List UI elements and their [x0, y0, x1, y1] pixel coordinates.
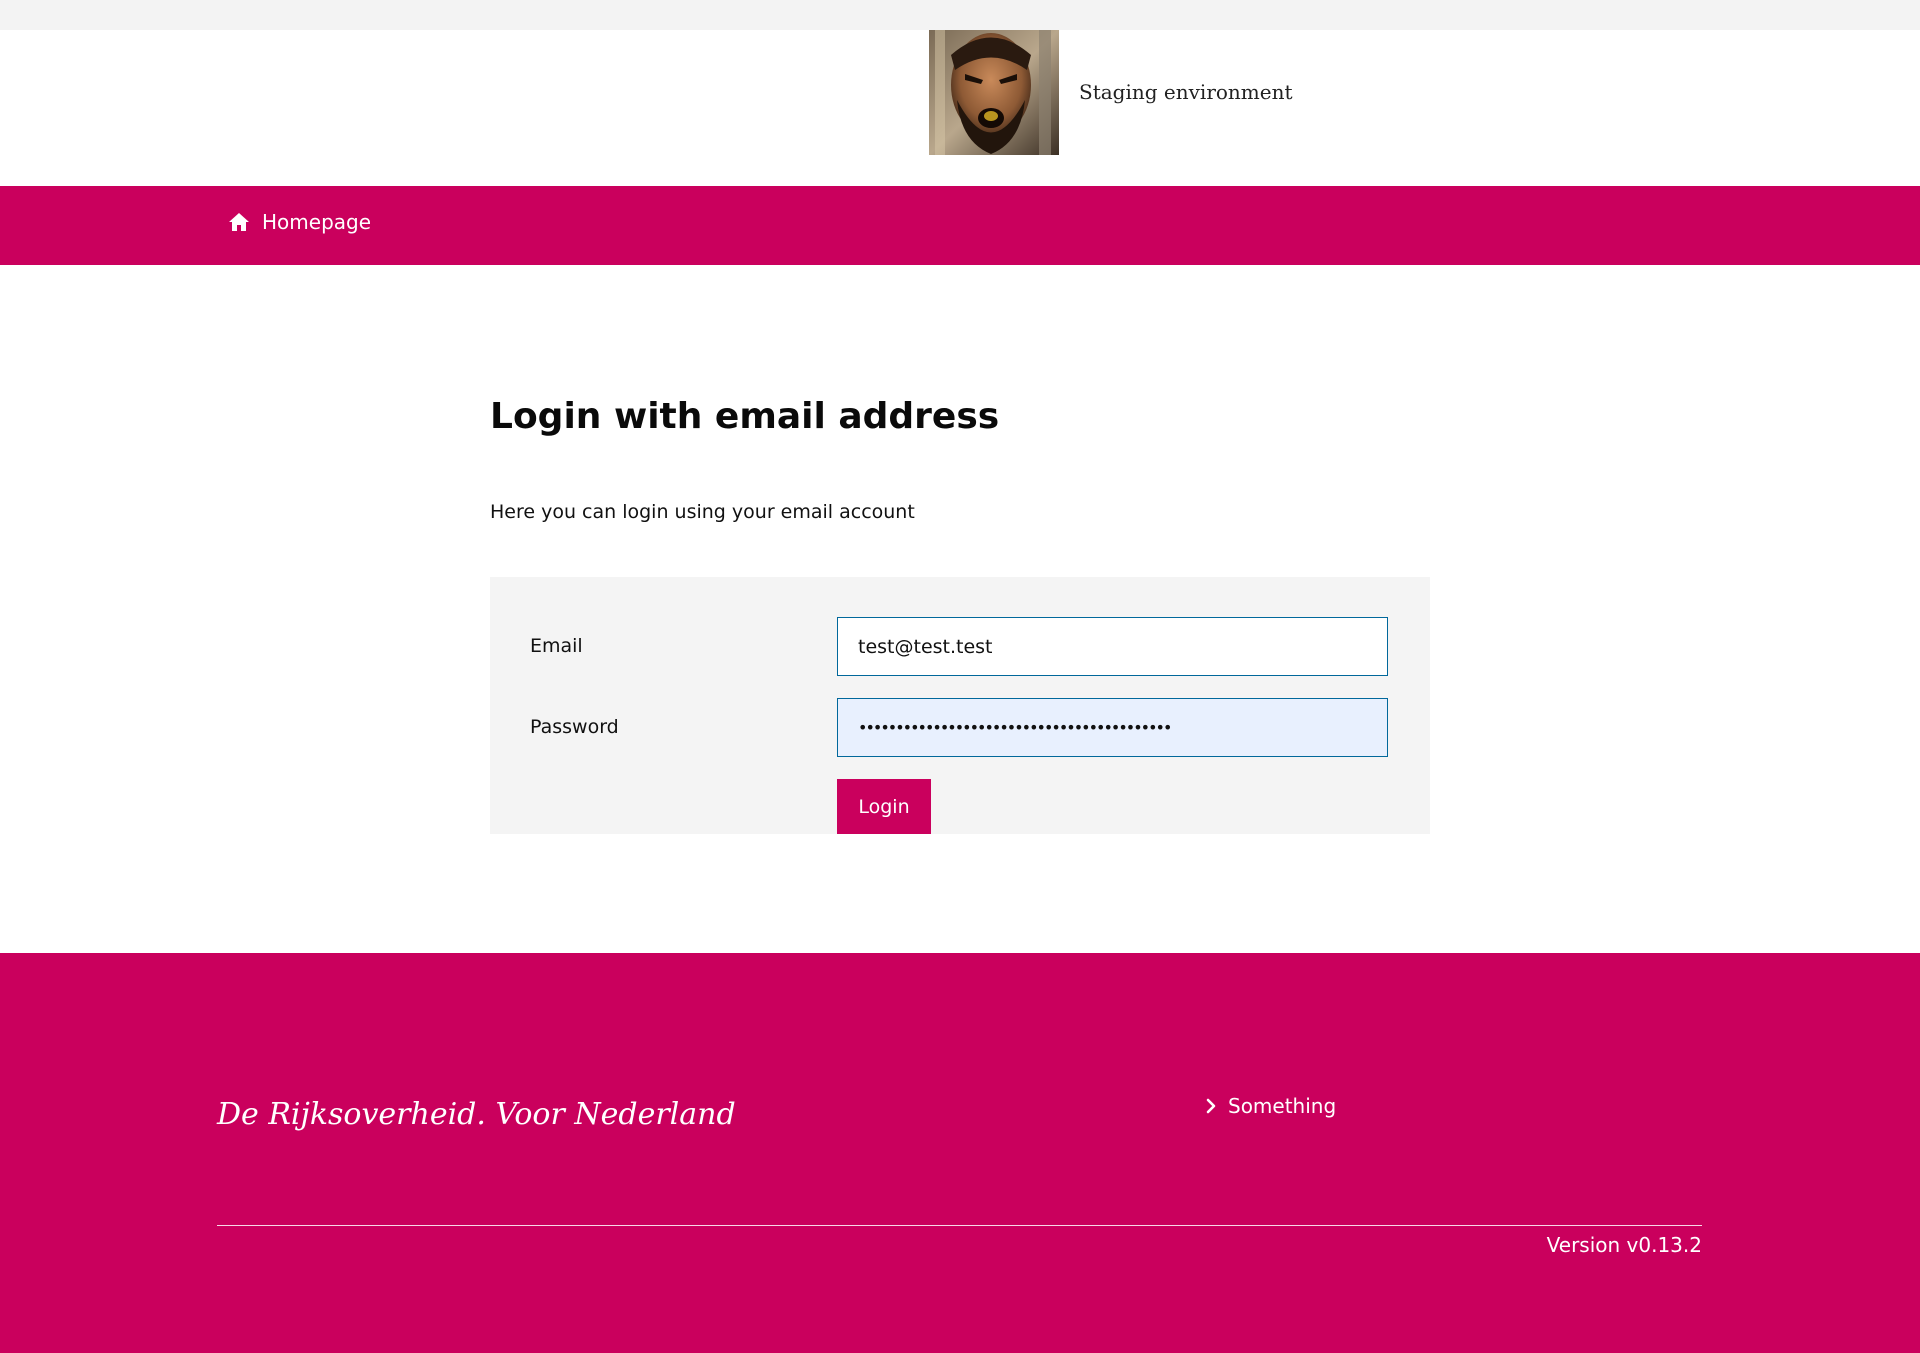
- password-label: Password: [530, 716, 619, 738]
- password-input[interactable]: [837, 698, 1388, 757]
- site-header: Staging environment: [0, 30, 1920, 186]
- top-strip: [0, 0, 1920, 30]
- footer-link-something[interactable]: Something: [1206, 1094, 1336, 1118]
- intro-text: Here you can login using your email acco…: [490, 501, 915, 523]
- site-logo[interactable]: [929, 30, 1059, 155]
- footer-link-label: Something: [1228, 1094, 1337, 1118]
- site-name: Staging environment: [1079, 80, 1293, 104]
- footer-divider: [217, 1225, 1702, 1226]
- email-input[interactable]: [837, 617, 1388, 676]
- profile-photo-icon: [929, 30, 1059, 155]
- chevron-right-icon: [1206, 1098, 1216, 1114]
- login-button[interactable]: Login: [837, 779, 931, 834]
- home-icon: [229, 213, 249, 231]
- version-label: Version v0.13.2: [1546, 1233, 1702, 1257]
- nav-home-label: Homepage: [262, 210, 372, 234]
- main-nav: Homepage: [0, 186, 1920, 265]
- login-form: Email Password Login: [490, 577, 1430, 834]
- email-label: Email: [530, 635, 583, 657]
- main-content: Login with email address Here you can lo…: [0, 265, 1920, 953]
- nav-home-link[interactable]: Homepage: [228, 210, 371, 234]
- site-footer: De Rijksoverheid. Voor Nederland Somethi…: [0, 953, 1920, 1353]
- footer-tagline: De Rijksoverheid. Voor Nederland: [217, 1097, 736, 1132]
- page-title: Login with email address: [490, 396, 1000, 437]
